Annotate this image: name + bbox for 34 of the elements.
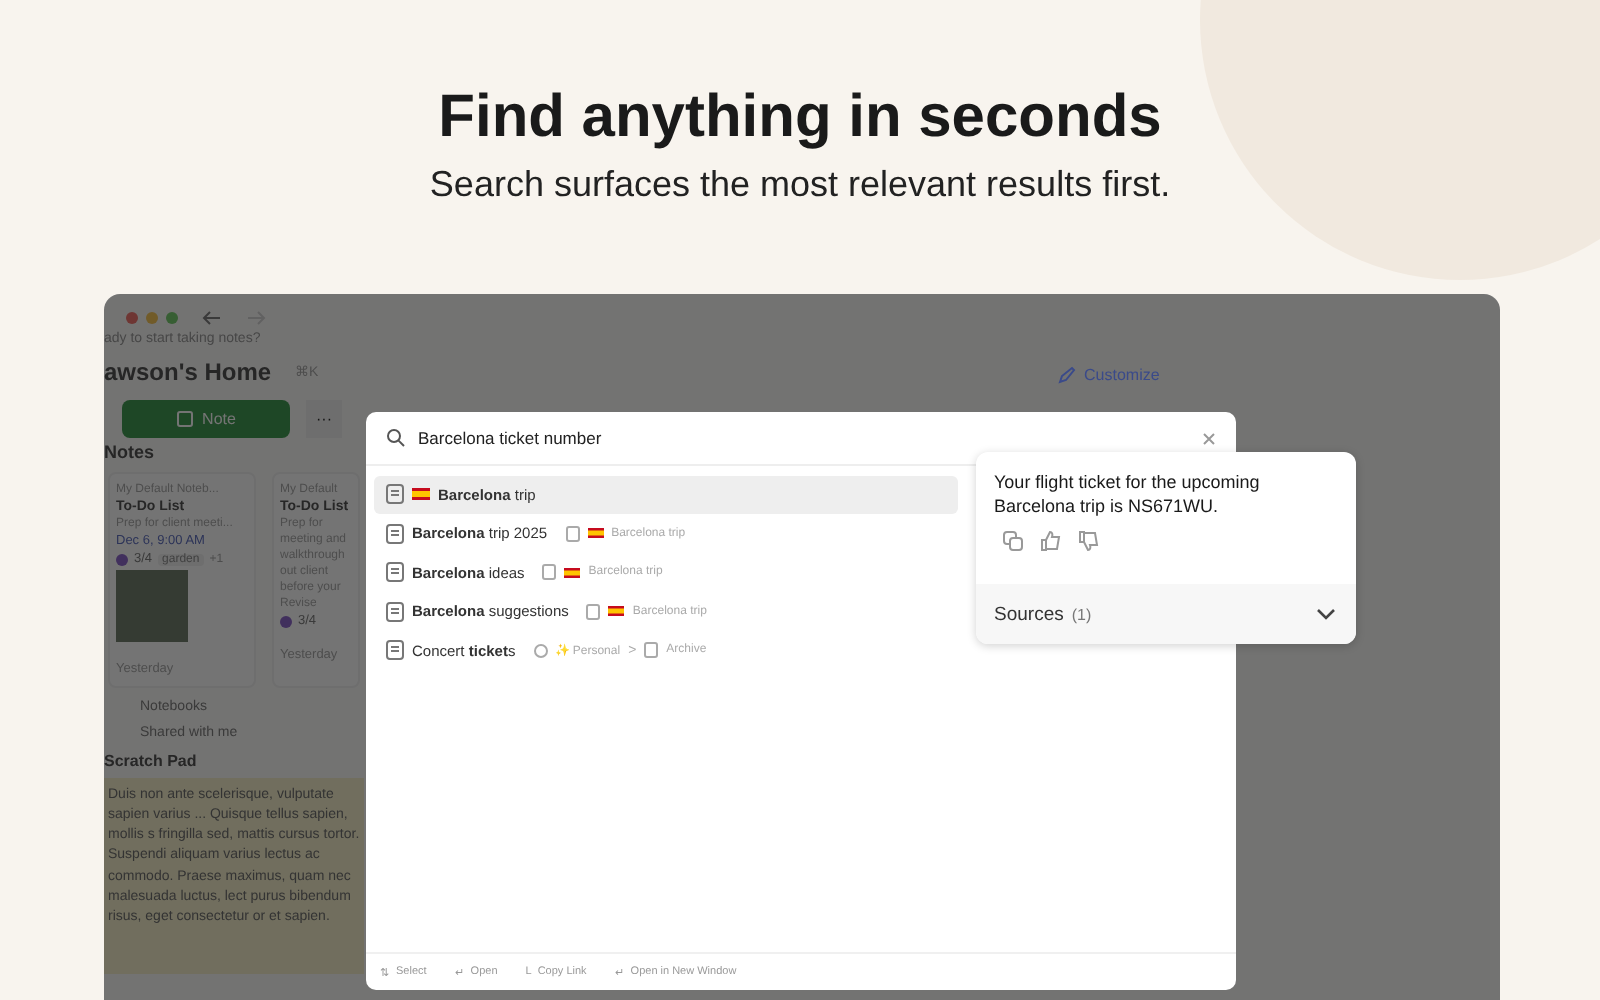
home-title: awson's Home <box>104 358 272 386</box>
notebook-icon <box>644 642 659 659</box>
note-icon <box>386 640 404 661</box>
thumbs-up-icon[interactable] <box>1040 530 1062 553</box>
note-icon <box>386 562 404 583</box>
notebook-icon <box>586 603 601 620</box>
pencil-icon <box>1058 366 1076 384</box>
notebook-icon <box>565 525 580 542</box>
note-icon <box>386 601 404 622</box>
zoom-window-icon[interactable] <box>166 312 178 324</box>
search-icon <box>386 428 406 448</box>
progress-icon <box>116 553 128 565</box>
sources-label: Sources <box>994 603 1064 625</box>
note-icon <box>386 523 404 544</box>
progress-icon <box>280 615 292 627</box>
sources-count: (1) <box>1071 605 1092 623</box>
chevron-icon <box>1316 608 1336 620</box>
close-icon[interactable] <box>1202 431 1216 445</box>
notebook-icon <box>542 564 557 581</box>
note-icon <box>386 484 404 505</box>
hero-title: Find anything in seconds <box>438 84 1162 152</box>
section-heading: Notes <box>104 442 157 462</box>
back-arrow-icon[interactable] <box>202 310 222 326</box>
minimize-window-icon[interactable] <box>146 312 158 324</box>
note-icon <box>176 410 195 428</box>
answer-text: Your flight ticket for the upcoming Barcelona trip is NS671WU. <box>992 470 1262 519</box>
circle-icon <box>533 643 548 658</box>
sources-toggle[interactable]: Sources (1) <box>976 584 1356 644</box>
more-button[interactable]: ··· <box>306 400 342 438</box>
thumbs-down-icon[interactable] <box>1078 530 1100 553</box>
hero-subtitle: Search surfaces the most relevant results first. <box>429 164 1171 206</box>
scratch-pad-title: Scratch Pad <box>104 752 199 770</box>
close-window-icon[interactable] <box>126 312 138 324</box>
copy-icon[interactable] <box>1002 530 1024 553</box>
